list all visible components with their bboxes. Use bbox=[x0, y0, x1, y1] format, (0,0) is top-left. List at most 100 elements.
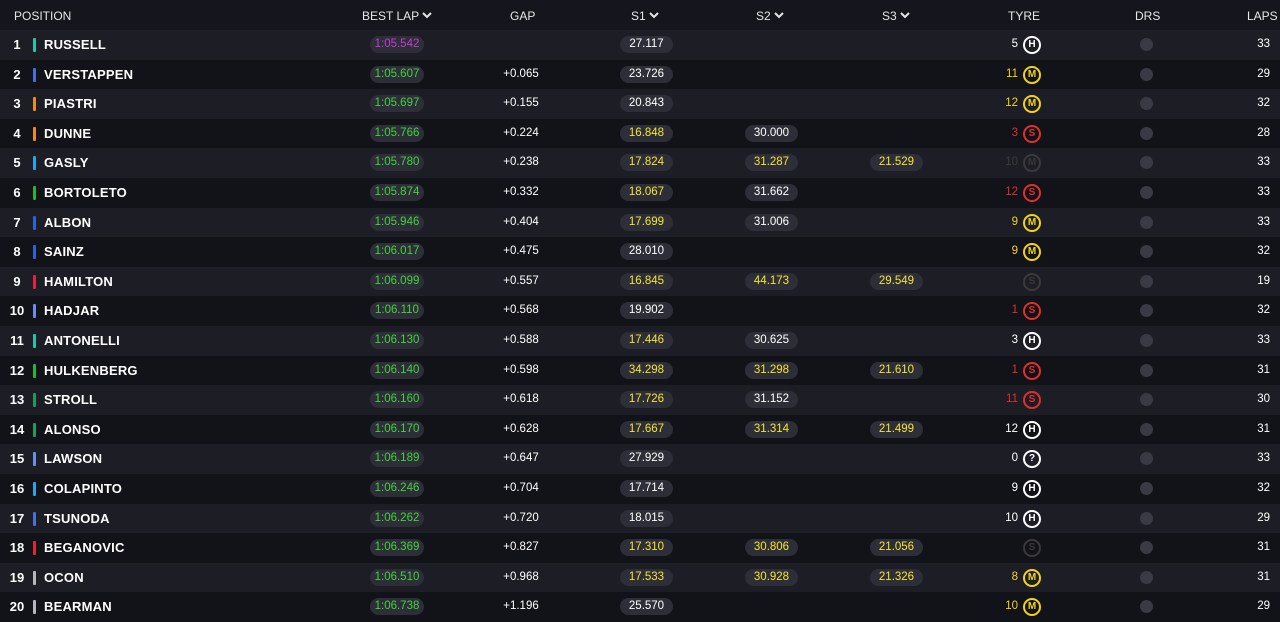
table-row[interactable]: 1 RUSSELL 1:05.542 27.117 5 H 33 bbox=[0, 30, 1280, 60]
medium-tyre-icon: M bbox=[1023, 95, 1041, 114]
position-number: 11 bbox=[10, 333, 24, 348]
table-row[interactable]: 3 PIASTRI 1:05.697 +0.155 20.843 12 M 32 bbox=[0, 89, 1280, 119]
tyre-age: 10 bbox=[1005, 600, 1018, 613]
chevron-down-icon bbox=[899, 12, 910, 19]
col-gap[interactable]: GAP bbox=[510, 0, 535, 30]
medium-tyre-icon: M bbox=[1023, 65, 1041, 84]
position-number: 4 bbox=[13, 125, 21, 141]
s2-time: 31.662 bbox=[745, 184, 798, 201]
s1-time: 18.067 bbox=[620, 184, 673, 201]
chevron-down-icon bbox=[773, 12, 784, 19]
table-row[interactable]: 9 HAMILTON 1:06.099 +0.557 16.845 44.173 29.54… bbox=[0, 266, 1280, 297]
col-position[interactable]: POSITION bbox=[14, 0, 71, 30]
s1-time: 25.570 bbox=[620, 598, 673, 616]
col-s2-label: S2 bbox=[756, 9, 771, 23]
gap-value: +0.404 bbox=[503, 215, 539, 228]
table-row[interactable]: 15 LAWSON 1:06.189 +0.647 27.929 0? 33 bbox=[0, 444, 1280, 474]
team-color-bar bbox=[33, 186, 36, 200]
gap-value: +0.968 bbox=[503, 570, 539, 583]
team-color-bar bbox=[33, 156, 36, 171]
hard-tyre-icon: H bbox=[1023, 480, 1041, 498]
best-lap-time: 1:06.017 bbox=[370, 243, 424, 261]
col-tyre[interactable]: TYRE bbox=[1008, 0, 1040, 30]
table-row[interactable]: 11 ANTONELLI 1:06.130 +0.588 17.446 30.625 3 H 3… bbox=[0, 326, 1280, 356]
best-lap-time: 1:05.874 bbox=[370, 184, 424, 201]
driver-name: BEARMAN bbox=[44, 599, 112, 615]
table-row[interactable]: 5 GASLY 1:05.780 +0.238 17.824 31.287 21.529 10… bbox=[0, 148, 1280, 178]
driver-name: ALBON bbox=[44, 214, 92, 230]
s3-time: 21.499 bbox=[870, 420, 923, 438]
s2-time: 30.625 bbox=[745, 332, 798, 349]
table-row[interactable]: 20 BEARMAN 1:06.738 +1.196 25.570 10 M 29 bbox=[0, 592, 1280, 622]
s1-time: 17.533 bbox=[620, 568, 673, 586]
soft-tyre-icon: S bbox=[1023, 391, 1041, 410]
s1-time: 23.726 bbox=[620, 65, 673, 83]
table-row[interactable]: 2 VERSTAPPEN 1:05.607 +0.065 23.726 11 M 29 bbox=[0, 59, 1280, 90]
col-s2[interactable]: S2 bbox=[756, 0, 784, 30]
team-color-bar bbox=[33, 600, 36, 615]
position-number: 7 bbox=[13, 214, 21, 230]
drs-indicator bbox=[1140, 274, 1153, 288]
laps-count: 29 bbox=[1257, 600, 1270, 613]
col-drs[interactable]: DRS bbox=[1135, 0, 1160, 30]
table-row[interactable]: 12 HULKENBERG 1:06.140 +0.598 34.298 31.298 21… bbox=[0, 355, 1280, 386]
gap-value: +1.196 bbox=[503, 600, 539, 613]
s1-time: 19.902 bbox=[620, 302, 673, 320]
gap-value: +0.238 bbox=[503, 156, 539, 169]
table-row[interactable]: 6 BORTOLETO 1:05.874 +0.332 18.067 31.662 12 S 3… bbox=[0, 178, 1280, 208]
table-row[interactable]: 16 COLAPINTO 1:06.246 +0.704 17.714 9 H 32 bbox=[0, 474, 1280, 504]
col-s3-label: S3 bbox=[882, 9, 897, 23]
table-row[interactable]: 13 STROLL 1:06.160 +0.618 17.726 31.152 11 S 30 bbox=[0, 385, 1280, 415]
position-number: 1 bbox=[13, 37, 21, 52]
laps-count: 33 bbox=[1257, 156, 1270, 169]
tyre-age: 9 bbox=[1011, 245, 1018, 258]
team-color-bar bbox=[33, 215, 36, 230]
soft-tyre-icon: S bbox=[1023, 272, 1041, 291]
medium-tyre-icon: M bbox=[1023, 213, 1041, 232]
gap-value: +0.827 bbox=[503, 541, 539, 554]
best-lap-time: 1:05.607 bbox=[370, 65, 424, 83]
driver-name: DUNNE bbox=[44, 125, 92, 141]
position-number: 2 bbox=[13, 66, 21, 82]
s3-time: 21.056 bbox=[870, 539, 923, 557]
soft-tyre-icon: S bbox=[1023, 539, 1041, 558]
table-row[interactable]: 4 DUNNE 1:05.766 +0.224 16.848 30.000 3 S 28 bbox=[0, 118, 1280, 149]
col-best-lap[interactable]: BEST LAP bbox=[362, 0, 432, 30]
s2-time: 31.298 bbox=[745, 361, 798, 379]
soft-tyre-icon: S bbox=[1023, 361, 1041, 380]
gap-value: +0.475 bbox=[503, 245, 539, 258]
col-s1[interactable]: S1 bbox=[631, 0, 659, 30]
tyre-age: 9 bbox=[1011, 215, 1018, 228]
best-lap-time: 1:06.369 bbox=[370, 539, 424, 557]
driver-name: SAINZ bbox=[44, 244, 84, 260]
drs-indicator bbox=[1140, 245, 1153, 259]
table-row[interactable]: 17 TSUNODA 1:06.262 +0.720 18.015 10 H 29 bbox=[0, 503, 1280, 534]
team-color-bar bbox=[33, 38, 36, 52]
table-row[interactable]: 7 ALBON 1:05.946 +0.404 17.699 31.006 9 M 33 bbox=[0, 207, 1280, 238]
laps-count: 33 bbox=[1257, 334, 1270, 346]
gap-value: +0.065 bbox=[503, 67, 539, 80]
col-laps[interactable]: LAPS bbox=[1247, 0, 1278, 30]
laps-count: 30 bbox=[1257, 393, 1270, 406]
gap-value: +0.647 bbox=[503, 452, 539, 465]
drs-indicator bbox=[1140, 67, 1153, 81]
best-lap-time: 1:06.262 bbox=[370, 509, 424, 527]
table-row[interactable]: 10 HADJAR 1:06.110 +0.568 19.902 1 S 32 bbox=[0, 296, 1280, 326]
tyre-age: 10 bbox=[1005, 156, 1018, 169]
s2-time: 44.173 bbox=[745, 272, 798, 290]
position-number: 5 bbox=[13, 155, 21, 171]
medium-tyre-icon: M bbox=[1023, 243, 1041, 262]
gap-value: +0.720 bbox=[503, 511, 539, 524]
team-color-bar bbox=[33, 393, 36, 408]
col-s3[interactable]: S3 bbox=[882, 0, 910, 30]
drs-indicator bbox=[1140, 334, 1153, 347]
s1-time: 18.015 bbox=[620, 509, 673, 527]
gap-value: +0.704 bbox=[503, 482, 539, 494]
table-row[interactable]: 8 SAINZ 1:06.017 +0.475 28.010 9 M 32 bbox=[0, 237, 1280, 267]
table-row[interactable]: 19 OCON 1:06.510 +0.968 17.533 30.928 21.326 8 M… bbox=[0, 562, 1280, 593]
table-row[interactable]: 14 ALONSO 1:06.170 +0.628 17.667 31.314 21.499… bbox=[0, 414, 1280, 445]
table-row[interactable]: 18 BEGANOVIC 1:06.369 +0.827 17.310 30.806 21.… bbox=[0, 533, 1280, 563]
s1-time: 34.298 bbox=[620, 361, 673, 379]
drs-indicator bbox=[1140, 393, 1153, 407]
tyre-age: 11 bbox=[1006, 393, 1018, 406]
